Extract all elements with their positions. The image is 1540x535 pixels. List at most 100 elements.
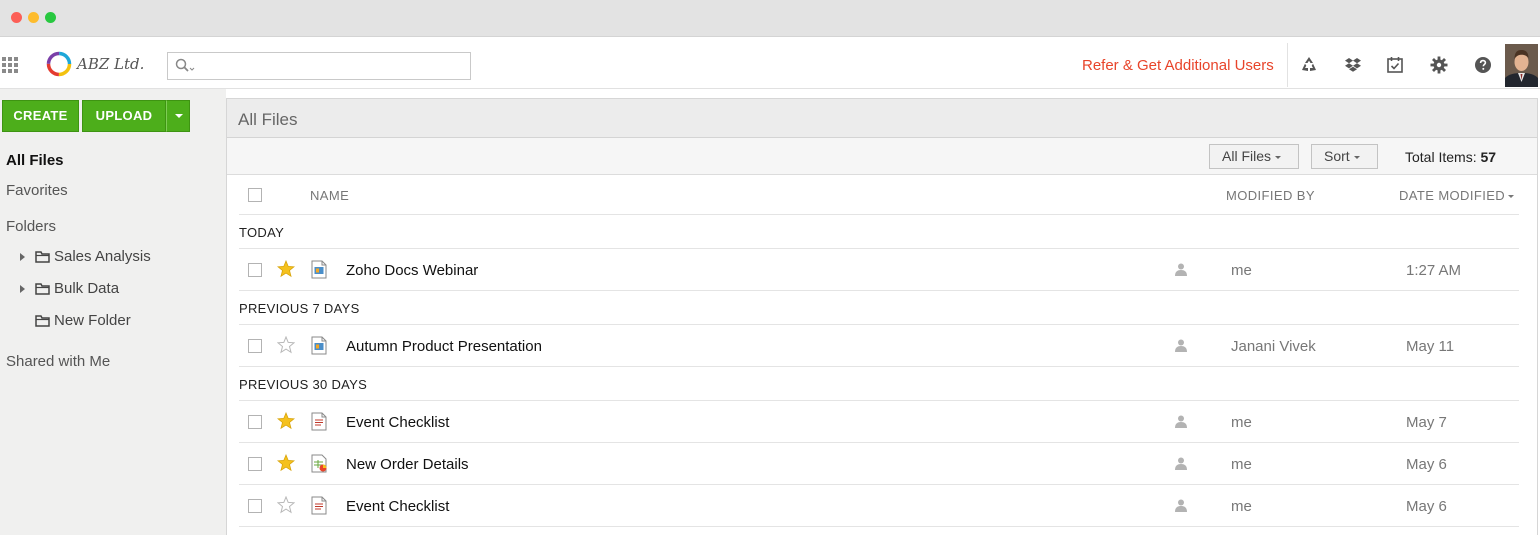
chevron-down-icon — [1275, 155, 1282, 159]
chevron-down-icon — [1353, 155, 1360, 159]
sort-dropdown[interactable]: Sort — [1311, 144, 1378, 169]
logo-ring-icon — [46, 51, 72, 77]
minimize-window-button[interactable] — [28, 12, 39, 23]
date-modified: May 6 — [1406, 498, 1447, 515]
gear-icon[interactable] — [1430, 56, 1448, 74]
filter-dropdown[interactable]: All Files — [1209, 144, 1299, 169]
upload-options-button[interactable] — [166, 100, 190, 132]
total-items-count: Total Items: 57 — [1405, 149, 1496, 165]
user-icon — [1175, 263, 1187, 276]
date-modified: May 7 — [1406, 414, 1447, 431]
expand-caret-icon[interactable] — [20, 285, 25, 293]
user-icon — [1175, 457, 1187, 470]
search-box[interactable] — [167, 52, 471, 80]
app-grid-icon[interactable] — [2, 57, 18, 73]
file-name[interactable]: New Order Details — [346, 456, 469, 473]
modified-by: me — [1231, 414, 1252, 431]
user-avatar[interactable] — [1505, 44, 1538, 87]
select-all-checkbox[interactable] — [248, 188, 262, 202]
user-icon — [1175, 339, 1187, 352]
group-label: PREVIOUS 7 DAYS — [239, 301, 360, 316]
dropbox-icon[interactable] — [1344, 56, 1362, 74]
search-input[interactable] — [198, 53, 468, 79]
nav-favorites[interactable]: Favorites — [6, 182, 68, 199]
sidebar: CREATE UPLOAD All Files Favorites Folder… — [0, 89, 226, 535]
file-row[interactable]: New Order Details me May 6 — [239, 443, 1519, 485]
folder-label: Bulk Data — [54, 280, 120, 297]
file-name[interactable]: Zoho Docs Webinar — [346, 262, 478, 279]
file-list-panel: All Files All Files Sort Total Items: 57… — [226, 98, 1538, 535]
presentation-file-icon — [311, 260, 327, 279]
folder-label: Sales Analysis — [54, 248, 151, 265]
sort-dropdown-label: Sort — [1324, 148, 1350, 164]
recycle-icon[interactable] — [1300, 56, 1318, 74]
group-header-row: PREVIOUS 30 DAYS — [239, 367, 1519, 401]
star-filled-icon[interactable] — [277, 260, 295, 278]
help-icon[interactable] — [1474, 56, 1492, 74]
modified-by: Janani Vivek — [1231, 338, 1316, 355]
column-date-modified-label: DATE MODIFIED — [1399, 188, 1506, 203]
file-row[interactable]: Event Checklist me May 7 — [239, 401, 1519, 443]
expand-caret-icon[interactable] — [20, 253, 25, 261]
star-outline-icon[interactable] — [277, 336, 295, 354]
star-filled-icon[interactable] — [277, 412, 295, 430]
total-items-value: 57 — [1480, 149, 1497, 165]
column-modified-by[interactable]: MODIFIED BY — [1226, 188, 1315, 203]
file-toolbar: All Files Sort Total Items: 57 — [227, 138, 1537, 175]
refer-users-link[interactable]: Refer & Get Additional Users — [1082, 57, 1274, 74]
close-window-button[interactable] — [11, 12, 22, 23]
star-filled-icon[interactable] — [277, 454, 295, 472]
column-name[interactable]: NAME — [310, 188, 349, 203]
header-divider — [1287, 43, 1288, 87]
column-header-row: NAME MODIFIED BY DATE MODIFIED — [239, 175, 1519, 215]
upload-button[interactable]: UPLOAD — [82, 100, 166, 132]
column-date-modified[interactable]: DATE MODIFIED — [1399, 188, 1515, 203]
filter-dropdown-label: All Files — [1222, 148, 1272, 164]
panel-title-bar: All Files — [227, 99, 1537, 138]
group-header-row: TODAY — [239, 215, 1519, 249]
file-row[interactable]: Zoho Docs Webinar me 1:27 AM — [239, 249, 1519, 291]
row-checkbox[interactable] — [248, 263, 262, 277]
file-row[interactable]: Autumn Product Presentation Janani Vivek M… — [239, 325, 1519, 367]
create-button[interactable]: CREATE — [2, 100, 79, 132]
user-icon — [1175, 415, 1187, 428]
zoom-window-button[interactable] — [45, 12, 56, 23]
folder-label: New Folder — [54, 312, 131, 329]
file-row[interactable]: Event Checklist me May 6 — [239, 485, 1519, 527]
group-label: TODAY — [239, 225, 285, 240]
modified-by: me — [1231, 262, 1252, 279]
group-label: PREVIOUS 30 DAYS — [239, 377, 368, 392]
row-checkbox[interactable] — [248, 339, 262, 353]
tasks-icon[interactable] — [1386, 56, 1404, 74]
total-items-label: Total Items: — [1405, 149, 1477, 165]
row-checkbox[interactable] — [248, 457, 262, 471]
document-file-icon — [311, 412, 327, 431]
row-checkbox[interactable] — [248, 499, 262, 513]
search-icon[interactable] — [175, 58, 195, 74]
date-modified: May 11 — [1406, 338, 1455, 355]
top-header: ABZ Ltd. Refer & Get Additional Users — [0, 37, 1540, 89]
folder-icon — [35, 315, 50, 327]
group-header-row: PREVIOUS 7 DAYS — [239, 291, 1519, 325]
nav-folders[interactable]: Folders — [6, 218, 56, 235]
avatar-portrait-icon — [1505, 44, 1538, 87]
file-name[interactable]: Event Checklist — [346, 414, 449, 431]
date-modified: 1:27 AM — [1406, 262, 1462, 279]
folder-icon — [35, 283, 50, 295]
company-logo[interactable]: ABZ Ltd. — [46, 51, 146, 79]
nav-shared-with-me[interactable]: Shared with Me — [6, 353, 110, 370]
file-name[interactable]: Event Checklist — [346, 498, 449, 515]
modified-by: me — [1231, 498, 1252, 515]
spreadsheet-file-icon — [311, 454, 327, 473]
page-title: All Files — [238, 110, 298, 129]
modified-by: me — [1231, 456, 1252, 473]
file-name[interactable]: Autumn Product Presentation — [346, 338, 542, 355]
window-titlebar — [0, 0, 1540, 37]
sort-caret-icon — [1508, 195, 1515, 199]
document-file-icon — [311, 496, 327, 515]
nav-all-files[interactable]: All Files — [6, 152, 64, 169]
date-modified: May 6 — [1406, 456, 1447, 473]
row-checkbox[interactable] — [248, 415, 262, 429]
logo-text: ABZ Ltd. — [77, 55, 145, 73]
star-outline-icon[interactable] — [277, 496, 295, 514]
